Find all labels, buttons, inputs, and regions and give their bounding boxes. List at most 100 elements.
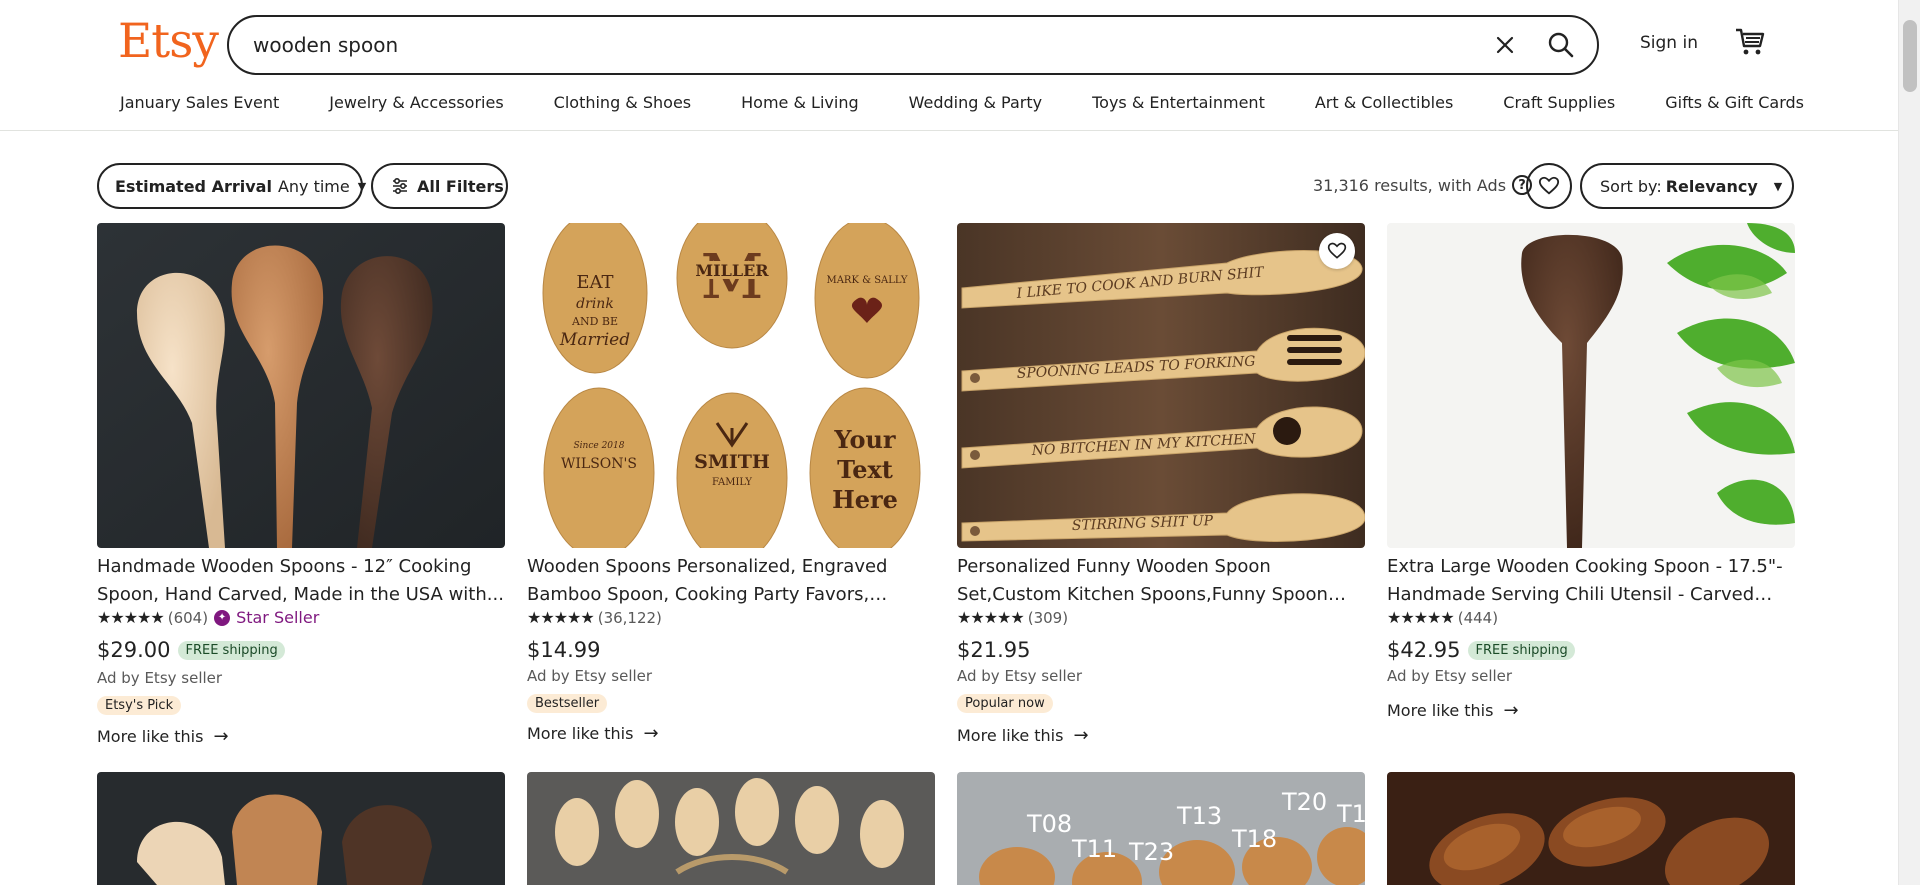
- listing-title[interactable]: Handmade Wooden Spoons - 12″ Cooking Spo…: [97, 553, 505, 609]
- listing-image[interactable]: I LIKE TO COOK AND BURN SHIT SPOONING LE…: [957, 223, 1365, 548]
- ad-label: Ad by Etsy seller: [97, 669, 223, 687]
- price: $42.95: [1387, 638, 1461, 662]
- spoon-number-label: T13: [1176, 802, 1222, 830]
- listing-image[interactable]: [97, 772, 505, 885]
- listing-rating: ★★★★★ (309): [957, 608, 1068, 627]
- clear-search-button[interactable]: [1491, 31, 1519, 59]
- price: $14.99: [527, 638, 601, 662]
- nav-item-wedding[interactable]: Wedding & Party: [909, 93, 1042, 119]
- search-bar: [227, 15, 1599, 75]
- more-like-this-label: More like this: [527, 724, 634, 743]
- save-search-button[interactable]: [1526, 163, 1572, 209]
- page-scrollbar[interactable]: [1898, 0, 1920, 885]
- nav-item-home[interactable]: Home & Living: [741, 93, 858, 119]
- sign-in-link[interactable]: Sign in: [1640, 33, 1698, 53]
- ad-label: Ad by Etsy seller: [527, 667, 653, 685]
- listing-image[interactable]: [1387, 772, 1795, 885]
- heart-icon: [1327, 242, 1347, 259]
- spoon-engraving: MILLER: [695, 261, 769, 280]
- sort-value: Relevancy: [1665, 176, 1758, 196]
- spoon-number-label: T11: [1071, 835, 1117, 863]
- estimated-arrival-filter[interactable]: Estimated Arrival Any time ▼: [97, 163, 367, 209]
- wooden-spoons-photo: [97, 772, 505, 885]
- ad-label: Ad by Etsy seller: [957, 667, 1083, 685]
- favorite-button[interactable]: [1319, 233, 1355, 269]
- ad-label: Ad by Etsy seller: [1387, 667, 1513, 685]
- listing-image[interactable]: [97, 223, 505, 548]
- listing-title[interactable]: Wooden Spoons Personalized, Engraved Bam…: [527, 553, 935, 609]
- listing-image[interactable]: EAT drink AND BE Married M MILLER MARK &…: [527, 223, 935, 548]
- spoon-number-label: T16: [1336, 800, 1365, 828]
- listing-image[interactable]: T08 T11 T23 T13 T18 T20 T16: [957, 772, 1365, 885]
- arrow-right-icon: →: [643, 723, 659, 744]
- caret-down-icon: ▼: [357, 179, 367, 193]
- all-filters-button[interactable]: All Filters: [371, 163, 508, 209]
- more-like-this-link[interactable]: More like this →: [957, 725, 1089, 746]
- review-count: (36,122): [597, 608, 662, 627]
- more-like-this-link[interactable]: More like this →: [97, 726, 229, 747]
- spoon-engraving: drink: [576, 296, 614, 312]
- cart-icon: [1736, 28, 1765, 55]
- search-button[interactable]: [1543, 27, 1579, 63]
- nav-item-january-sales[interactable]: January Sales Event: [120, 93, 279, 119]
- arrow-right-icon: →: [1073, 725, 1089, 746]
- more-like-this-label: More like this: [957, 726, 1064, 745]
- spoon-engraving: Your: [833, 425, 896, 454]
- more-like-this-label: More like this: [97, 727, 204, 746]
- listing-title[interactable]: Personalized Funny Wooden Spoon Set,Cust…: [957, 553, 1365, 609]
- engraved-spoons-photo: EAT drink AND BE Married M MILLER MARK &…: [527, 223, 935, 548]
- arrow-right-icon: →: [1503, 700, 1519, 721]
- spoon-engraving: Since 2018: [574, 441, 625, 451]
- listing-rating: ★★★★★ (444): [1387, 608, 1498, 627]
- nav-item-clothing[interactable]: Clothing & Shoes: [554, 93, 691, 119]
- sliders-icon: [393, 177, 407, 195]
- nav-item-gifts[interactable]: Gifts & Gift Cards: [1665, 93, 1804, 119]
- arrival-value: Any time: [277, 176, 350, 196]
- spoon-engraving: EAT: [576, 272, 613, 293]
- spoon-engraving: MARK & SALLY: [826, 275, 907, 286]
- scrollbar-thumb[interactable]: [1903, 20, 1917, 92]
- star-seller-badge: ✦ Star Seller: [214, 608, 319, 627]
- more-like-this-link[interactable]: More like this →: [527, 723, 659, 744]
- results-text: 31,316 results, with Ads: [1313, 175, 1507, 195]
- listing-rating: ★★★★★ (604) ✦ Star Seller: [97, 608, 319, 627]
- spoon-number-label: T20: [1281, 788, 1327, 816]
- search-input[interactable]: [253, 29, 1453, 61]
- review-count: (309): [1027, 608, 1069, 627]
- numbered-spoons-photo: T08 T11 T23 T13 T18 T20 T16: [957, 772, 1365, 885]
- spoon-number-label: T18: [1231, 825, 1277, 853]
- more-like-this-label: More like this: [1387, 701, 1494, 720]
- listing-tag: Etsy's Pick: [97, 696, 182, 715]
- nav-item-art[interactable]: Art & Collectibles: [1315, 93, 1453, 119]
- spoon-engraving: Married: [559, 330, 630, 350]
- spoon-engraving: FAMILY: [712, 477, 752, 488]
- arrow-right-icon: →: [213, 726, 229, 747]
- star-rating: ★★★★★: [527, 608, 595, 627]
- more-like-this-link[interactable]: More like this →: [1387, 700, 1519, 721]
- spoon-bouquet-photo: [527, 772, 935, 885]
- star-seller-label: Star Seller: [236, 608, 320, 627]
- sort-label: Sort by:: [1600, 176, 1662, 196]
- spoon-number-label: T23: [1128, 838, 1174, 866]
- heart-icon: [1538, 176, 1560, 195]
- nav-item-toys[interactable]: Toys & Entertainment: [1092, 93, 1265, 119]
- search-icon: [1548, 32, 1574, 58]
- listing-title[interactable]: Extra Large Wooden Cooking Spoon - 17.5"…: [1387, 553, 1795, 609]
- listing-image[interactable]: [527, 772, 935, 885]
- arrival-label: Estimated Arrival: [115, 176, 272, 196]
- etsy-logo[interactable]: Etsy: [118, 14, 219, 69]
- spoon-engraving: Text: [837, 455, 893, 484]
- star-seller-icon: ✦: [214, 609, 231, 626]
- listing-tag: Bestseller: [527, 694, 608, 713]
- results-count: 31,316 results, with Ads ?: [1313, 175, 1533, 195]
- listing-image[interactable]: [1387, 223, 1795, 548]
- price-row: $29.00 FREE shipping: [97, 638, 285, 662]
- nav-item-craft[interactable]: Craft Supplies: [1503, 93, 1615, 119]
- sort-dropdown[interactable]: Sort by: Relevancy ▼: [1580, 163, 1794, 209]
- cart-button[interactable]: [1734, 26, 1766, 58]
- category-nav: January Sales Event Jewelry & Accessorie…: [120, 93, 1854, 119]
- price-row: $21.95: [957, 638, 1030, 662]
- listing-rating: ★★★★★ (36,122): [527, 608, 662, 627]
- nav-item-jewelry[interactable]: Jewelry & Accessories: [329, 93, 503, 119]
- price-row: $14.99: [527, 638, 600, 662]
